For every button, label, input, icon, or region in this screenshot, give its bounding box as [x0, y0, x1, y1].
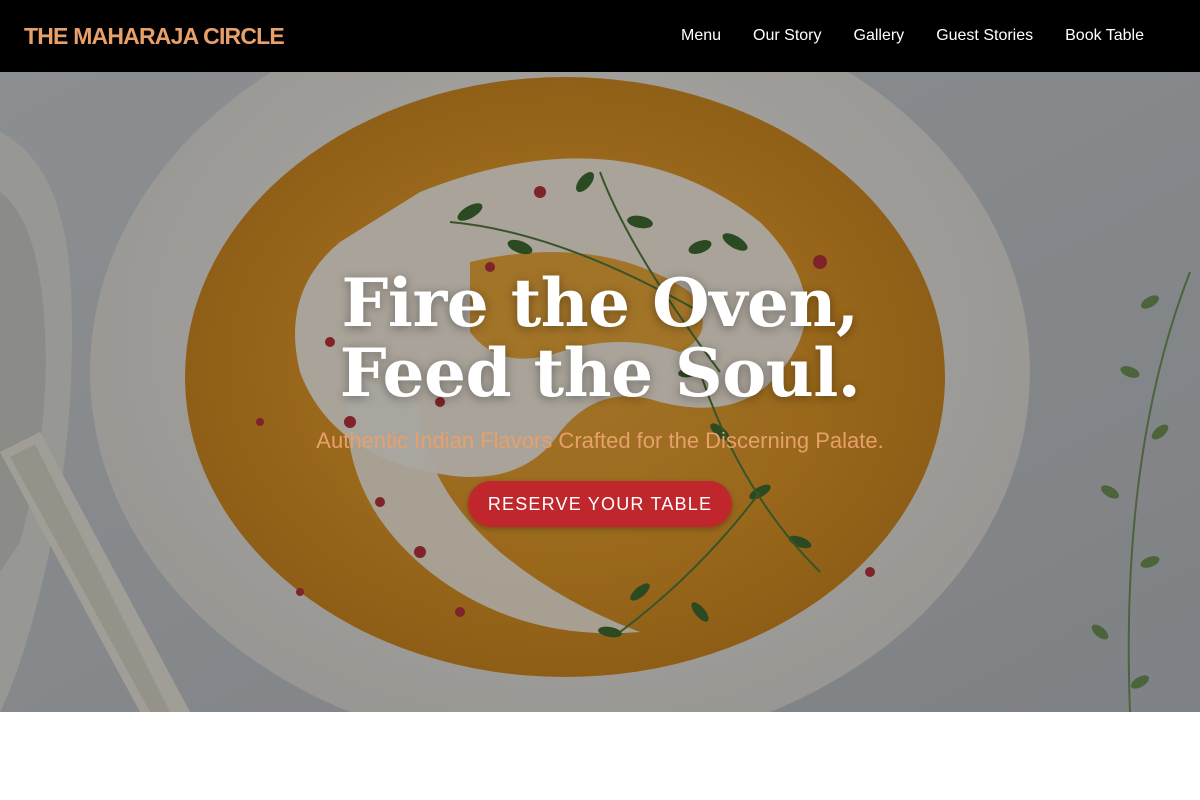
nav-guest-stories[interactable]: Guest Stories: [936, 27, 1033, 45]
nav-links: Menu Our Story Gallery Guest Stories Boo…: [649, 27, 1144, 45]
nav-gallery[interactable]: Gallery: [854, 27, 905, 45]
nav-our-story[interactable]: Our Story: [753, 27, 821, 45]
hero-title: Fire the Oven, Feed the Soul.: [0, 268, 1200, 408]
hero-content: Fire the Oven, Feed the Soul. Authentic …: [0, 72, 1200, 712]
hero-section: Fire the Oven, Feed the Soul. Authentic …: [0, 72, 1200, 712]
hero-subtitle: Authentic Indian Flavors Crafted for the…: [316, 428, 884, 453]
nav-menu[interactable]: Menu: [681, 27, 721, 45]
brand-logo[interactable]: THE MAHARAJA CIRCLE: [24, 23, 285, 50]
below-hero-section: [0, 712, 1200, 800]
hero-title-line-2: Feed the Soul.: [339, 334, 861, 412]
hero-title-line-1: Fire the Oven,: [341, 264, 859, 342]
nav-book-table[interactable]: Book Table: [1065, 27, 1144, 45]
reserve-table-button[interactable]: RESERVE YOUR TABLE: [468, 481, 732, 527]
top-navbar: THE MAHARAJA CIRCLE Menu Our Story Galle…: [0, 0, 1200, 72]
